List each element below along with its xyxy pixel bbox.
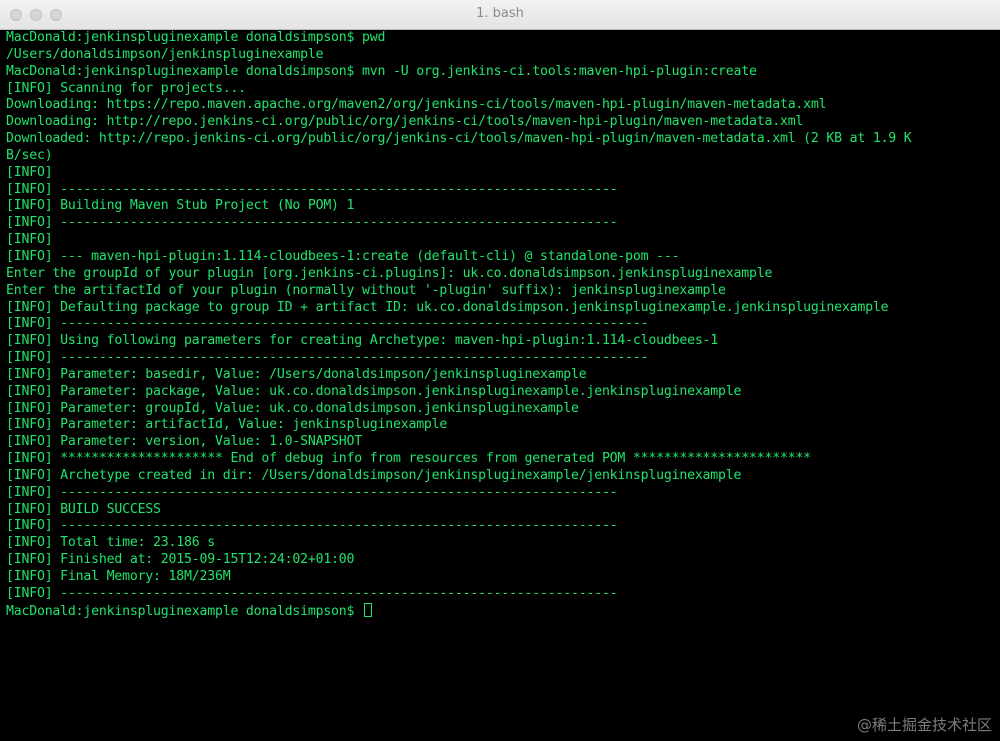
terminal-line: [INFO] Final Memory: 18M/236M (6, 569, 231, 584)
terminal-line: [INFO] ---------------------------------… (6, 215, 618, 231)
terminal-line: MacDonald:jenkinspluginexample donaldsim… (6, 30, 386, 45)
terminal-line: B/sec) (6, 147, 53, 163)
terminal-line: [INFO] Archetype created in dir: /Users/… (6, 467, 742, 483)
terminal-line: [INFO] Defaulting package to group ID + … (6, 299, 889, 315)
terminal-line: [INFO] --- maven-hpi-plugin:1.114-cloudb… (6, 248, 680, 264)
terminal-line: /Users/donaldsimpson/jenkinspluginexampl… (6, 46, 324, 62)
watermark: @稀土掘金技术社区 (856, 716, 992, 734)
terminal-line: [INFO] ---------------------------------… (6, 484, 618, 500)
terminal-line: [INFO] Parameter: artifactId, Value: jen… (6, 417, 448, 433)
shell-prompt: MacDonald:jenkinspluginexample donaldsim… (6, 603, 363, 619)
terminal-line: [INFO] ---------------------------------… (6, 181, 618, 197)
terminal-line: [INFO] Building Maven Stub Project (No P… (6, 198, 355, 214)
terminal-line: [INFO] BUILD SUCCESS (6, 501, 161, 517)
terminal-line: [INFO] Scanning for projects... (6, 80, 246, 96)
terminal-line: MacDonald:jenkinspluginexample donaldsim… (6, 63, 757, 79)
terminal-line: Downloading: http://repo.jenkins-ci.org/… (6, 114, 804, 130)
terminal-line: [INFO] Parameter: basedir, Value: /Users… (6, 366, 587, 382)
terminal-line: [INFO] ---------------------------------… (6, 350, 649, 366)
terminal-line: [INFO] ********************* End of debu… (6, 451, 811, 467)
terminal-line: [INFO] ---------------------------------… (6, 316, 649, 332)
terminal-line: [INFO] Parameter: version, Value: 1.0-SN… (6, 434, 363, 450)
window-title: 1. bash (476, 6, 524, 21)
terminal-window: 1. bash MacDonald:jenkinspluginexample d… (0, 0, 1000, 741)
terminal-line: [INFO] ---------------------------------… (6, 585, 618, 601)
text-cursor[interactable] (364, 602, 373, 617)
terminal-line: Enter the artifactId of your plugin (nor… (6, 282, 726, 298)
title-bar[interactable]: 1. bash (0, 0, 1000, 30)
terminal-line: [INFO] ---------------------------------… (6, 518, 618, 534)
terminal-line: [INFO] (6, 164, 53, 180)
terminal-line: Enter the groupId of your plugin [org.je… (6, 265, 773, 281)
terminal-line: [INFO] Finished at: 2015-09-15T12:24:02+… (6, 552, 355, 568)
terminal-line: Downloading: https://repo.maven.apache.o… (6, 97, 827, 113)
terminal-line: [INFO] (6, 232, 53, 248)
terminal-line: [INFO] Parameter: package, Value: uk.co.… (6, 383, 742, 399)
terminal-line: [INFO] Parameter: groupId, Value: uk.co.… (6, 400, 579, 416)
terminal-line: Downloaded: http://repo.jenkins-ci.org/p… (6, 131, 912, 147)
prompt-line[interactable]: MacDonald:jenkinspluginexample donaldsim… (6, 602, 996, 620)
terminal-output[interactable]: MacDonald:jenkinspluginexample donaldsim… (6, 30, 996, 735)
terminal-line: [INFO] Total time: 23.186 s (6, 535, 215, 551)
terminal-line: [INFO] Using following parameters for cr… (6, 333, 719, 349)
